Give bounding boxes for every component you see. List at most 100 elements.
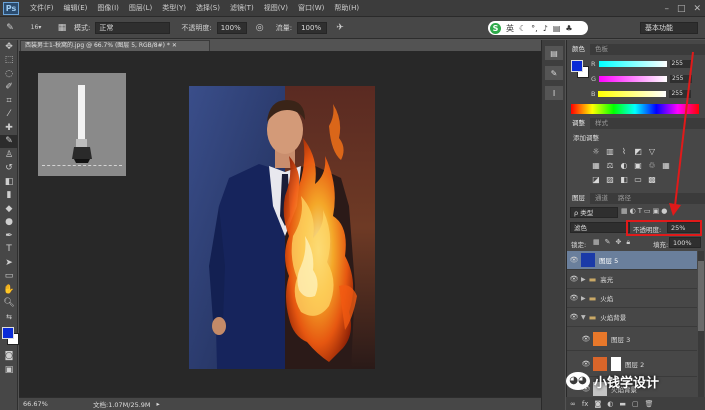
swap-colors-icon[interactable]: ⇆	[0, 310, 18, 324]
color-swatches[interactable]	[0, 324, 19, 350]
brush-tool-icon[interactable]: ✎	[3, 21, 17, 35]
workspace-select[interactable]: 基本功能	[640, 22, 698, 34]
layer-row[interactable]: 👁︎ 图层 3	[567, 327, 697, 351]
path-select-tool-icon[interactable]: ➤	[0, 256, 18, 270]
layer-group-row[interactable]: 👁︎ ▶ ▬ 火焰	[567, 289, 697, 308]
gradient-tool-icon[interactable]: ▮	[0, 189, 18, 203]
flow-field[interactable]: 100%	[297, 21, 328, 34]
expand-arrow-icon[interactable]: ▶	[581, 295, 586, 302]
posterize-icon[interactable]: ▨	[604, 174, 616, 184]
type-tool-icon[interactable]: T	[0, 243, 18, 257]
expand-arrow-icon[interactable]: ▼	[581, 314, 586, 321]
menu-image[interactable]: 图像(I)	[92, 0, 124, 17]
red-value[interactable]: 255	[669, 60, 692, 68]
gradient-map-icon[interactable]: ▭	[632, 174, 644, 184]
dodge-tool-icon[interactable]: ●	[0, 216, 18, 230]
brightness-icon[interactable]: ☼	[590, 146, 602, 156]
crop-tool-icon[interactable]: ⌗	[0, 94, 18, 108]
filter-smart-icon[interactable]: ▣	[653, 207, 660, 215]
history-panel-icon[interactable]: ▤	[545, 46, 563, 60]
visibility-eye-icon[interactable]: 👁︎	[579, 360, 593, 368]
threshold-icon[interactable]: ◧	[618, 174, 630, 184]
microphone-icon[interactable]: ♪	[543, 24, 548, 33]
tab-paths[interactable]: 路径	[613, 193, 636, 204]
quick-select-tool-icon[interactable]: ✐	[0, 81, 18, 95]
link-layers-icon[interactable]: ∞	[570, 400, 576, 408]
moon-icon[interactable]: ☾	[519, 24, 526, 33]
menu-filter[interactable]: 滤镜(T)	[225, 0, 259, 17]
tab-adjustments[interactable]: 调整	[567, 118, 590, 129]
vibrance-icon[interactable]: ▽	[646, 146, 658, 156]
lasso-tool-icon[interactable]: ◌	[0, 67, 18, 81]
shape-tool-icon[interactable]: ▭	[0, 270, 18, 284]
tab-layers[interactable]: 图层	[567, 193, 590, 204]
lock-transparent-icon[interactable]: ▦	[593, 238, 600, 247]
opacity-field[interactable]: 100%	[216, 21, 247, 34]
close-tab-icon[interactable]: ✕	[172, 42, 177, 49]
minimize-button[interactable]: –	[664, 4, 669, 14]
filter-type-icon[interactable]: T	[638, 207, 642, 215]
delete-layer-icon[interactable]: 🗑︎	[645, 400, 654, 408]
lock-position-icon[interactable]: ✥	[616, 238, 622, 247]
layer-group-row[interactable]: 👁︎ ▼ ▬ 火焰背景	[567, 308, 697, 327]
menu-window[interactable]: 窗口(W)	[293, 0, 329, 17]
visibility-eye-icon[interactable]: 👁︎	[567, 275, 581, 283]
properties-panel-icon[interactable]: ✎	[545, 66, 563, 80]
blue-value[interactable]: 255	[669, 90, 692, 98]
menu-select[interactable]: 选择(S)	[191, 0, 225, 17]
eyedropper-tool-icon[interactable]: ⁄	[0, 108, 18, 122]
close-button[interactable]: ✕	[693, 4, 701, 14]
pen-tool-icon[interactable]: ✒	[0, 229, 18, 243]
red-slider[interactable]: R 255	[591, 60, 692, 68]
layer-style-icon[interactable]: fx	[582, 400, 589, 408]
levels-icon[interactable]: ▥	[604, 146, 616, 156]
menu-edit[interactable]: 编辑(E)	[59, 0, 93, 17]
green-slider-track[interactable]	[599, 76, 668, 82]
hue-saturation-icon[interactable]: ▦	[590, 160, 602, 170]
layer-row[interactable]: 👁︎ 图层 5	[567, 251, 697, 270]
expand-arrow-icon[interactable]: ▶	[581, 276, 586, 283]
color-balance-icon[interactable]: ⚖	[604, 160, 616, 170]
brush-panel-icon[interactable]: ▦	[55, 21, 69, 35]
blue-slider-track[interactable]	[598, 91, 667, 97]
airbrush-icon[interactable]: ✈	[333, 21, 347, 35]
invert-icon[interactable]: ◪	[590, 174, 602, 184]
menu-view[interactable]: 视图(V)	[259, 0, 293, 17]
filter-shape-icon[interactable]: ▭	[644, 207, 651, 215]
new-group-icon[interactable]: ▬	[619, 400, 626, 408]
brush-tool-icon[interactable]: ✎	[0, 134, 18, 148]
menu-file[interactable]: 文件(F)	[25, 0, 59, 17]
marquee-tool-icon[interactable]: ⬚	[0, 54, 18, 68]
blue-slider[interactable]: B 255	[591, 90, 692, 98]
ime-toolbar[interactable]: S 英 ☾ °, ♪ ▤ ♣	[488, 21, 588, 35]
curves-icon[interactable]: ⌇	[618, 146, 630, 156]
filter-pixel-icon[interactable]: ▦	[621, 207, 628, 215]
color-lookup-icon[interactable]: ▦	[660, 160, 672, 170]
zoom-level[interactable]: 66.67%	[23, 400, 59, 408]
filter-toggle-icon[interactable]: ●	[661, 207, 667, 215]
canvas-photo[interactable]	[189, 86, 375, 369]
foreground-color-swatch[interactable]	[2, 326, 14, 339]
new-adjustment-icon[interactable]: ◐	[607, 400, 613, 408]
lock-pixels-icon[interactable]: ✎	[605, 238, 611, 247]
hand-tool-icon[interactable]: ✋	[0, 283, 18, 297]
color-panel-foreground-swatch[interactable]	[571, 60, 583, 72]
tab-channels[interactable]: 通道	[590, 193, 613, 204]
tab-styles[interactable]: 样式	[590, 118, 613, 129]
brush-preset-picker[interactable]: 16 ▾	[23, 21, 49, 35]
clone-stamp-tool-icon[interactable]: ♙	[0, 148, 18, 162]
channel-mixer-icon[interactable]: ♲	[646, 160, 658, 170]
add-mask-icon[interactable]: ◙	[594, 400, 601, 408]
color-spectrum-bar[interactable]	[571, 104, 699, 114]
skin-icon[interactable]: ♣	[565, 24, 572, 33]
red-slider-track[interactable]	[598, 61, 667, 67]
visibility-eye-icon[interactable]: 👁︎	[579, 335, 593, 343]
document-tab[interactable]: 西装男士1-秋窝的.jpg @ 66.7% (图层 5, RGB/8#) * ✕	[20, 40, 210, 51]
maximize-button[interactable]: □	[677, 4, 686, 14]
info-panel-icon[interactable]: Ⅰ	[545, 86, 563, 100]
selective-color-icon[interactable]: ▩	[646, 174, 658, 184]
tab-color[interactable]: 颜色	[567, 44, 590, 55]
layer-group-row[interactable]: 👁︎ ▶ ▬ 高光	[567, 270, 697, 289]
layer-filter-select[interactable]: ρ 类型	[570, 207, 618, 218]
menu-type[interactable]: 类型(Y)	[157, 0, 191, 17]
